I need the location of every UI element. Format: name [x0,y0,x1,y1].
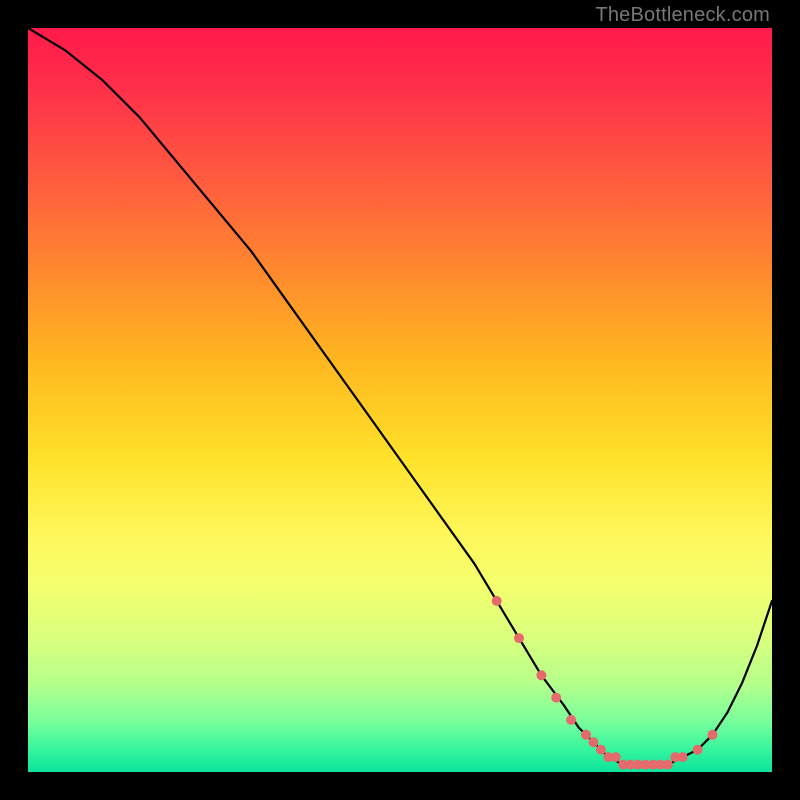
valley-marker-dot [492,596,502,606]
chart-frame: TheBottleneck.com [0,0,800,800]
valley-marker-dot [581,730,591,740]
valley-marker-dot [514,633,524,643]
valley-marker-dot [536,670,546,680]
valley-marker-dot [611,752,621,762]
valley-marker-dot [663,760,673,770]
chart-overlay-svg [28,28,772,772]
valley-marker-dot [693,745,703,755]
valley-marker-dot [566,715,576,725]
valley-marker-dot [678,752,688,762]
valley-markers [492,596,718,770]
bottleneck-curve [28,28,772,765]
valley-marker-dot [588,737,598,747]
valley-marker-dot [551,693,561,703]
valley-marker-dot [708,730,718,740]
watermark-text: TheBottleneck.com [595,4,770,27]
valley-marker-dot [596,745,606,755]
